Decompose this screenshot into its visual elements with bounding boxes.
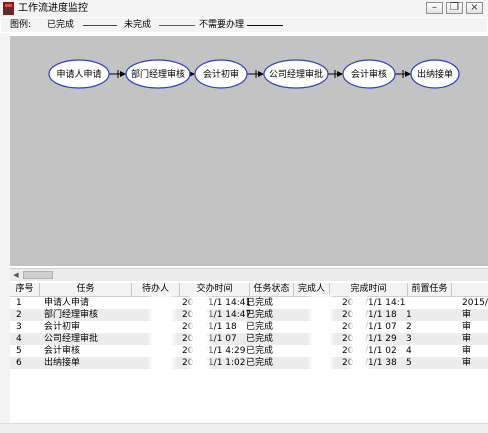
cell-task: 会计审核	[44, 346, 81, 356]
redaction-blur	[310, 295, 332, 379]
flow-node[interactable]: 出纳接单	[410, 59, 460, 89]
left-margin	[0, 33, 10, 423]
flow-node[interactable]: 部门经理审核	[125, 59, 191, 89]
workflow-diagram: 申请人申请 部门经理审核 会计初审 公司经理审批 会计审核 出纳接单	[48, 59, 460, 89]
legend-line-other	[247, 25, 283, 26]
cell-prev: 4	[406, 346, 412, 356]
restore-icon: ❐	[450, 2, 459, 13]
cell-task: 申请人申请	[44, 298, 90, 308]
restore-button[interactable]: ❐	[446, 2, 463, 14]
col-header-task[interactable]: 任务	[40, 283, 132, 296]
cell-no: 6	[16, 358, 22, 368]
minimize-button[interactable]: –	[426, 2, 443, 14]
cell-no: 2	[16, 310, 22, 320]
col-header-done-time[interactable]: 完成时间	[330, 283, 408, 296]
scrollbar-thumb[interactable]	[23, 271, 53, 279]
flow-node[interactable]: 会计初审	[194, 59, 248, 89]
legend-item-incomplete: 未完成	[124, 20, 152, 30]
cell-status: 已完成	[246, 310, 274, 320]
close-button[interactable]: ×	[466, 2, 483, 14]
flow-node-label: 申请人申请	[56, 68, 101, 80]
cell-task: 出纳接单	[44, 358, 81, 368]
cell-status: 已完成	[246, 334, 274, 344]
legend-item-completed: 已完成	[47, 20, 75, 30]
cell-extra: 审	[462, 334, 472, 344]
flow-node-label: 部门经理审核	[131, 68, 185, 80]
col-header-extra	[452, 283, 488, 296]
cell-status: 已完成	[246, 298, 274, 308]
cell-no: 3	[16, 322, 22, 332]
flow-node-label: 会计初审	[203, 68, 239, 80]
legend-bar: 图例: 已完成 未完成 不需要办理	[1, 18, 487, 32]
cell-extra: 2015/1/1	[462, 298, 488, 308]
cell-no: 4	[16, 334, 22, 344]
cell-extra: 审	[462, 322, 472, 332]
cell-prev: 5	[406, 358, 412, 368]
cell-status: 已完成	[246, 322, 274, 332]
legend-label: 图例:	[10, 20, 32, 30]
flow-node[interactable]: 公司经理审批	[263, 59, 329, 89]
flow-node-label: 公司经理审批	[269, 68, 323, 80]
title-bar: 工作流进度监控 – ❐ ×	[0, 0, 488, 17]
flow-node[interactable]: 会计审核	[342, 59, 396, 89]
window-title: 工作流进度监控	[18, 3, 88, 14]
cell-prev: 3	[406, 334, 412, 344]
cell-prev: 1	[406, 310, 412, 320]
scroll-left-icon[interactable]: ◀	[11, 270, 21, 280]
cell-extra: 审	[462, 310, 472, 320]
flow-node-label: 会计审核	[351, 68, 387, 80]
grid-header: 序号 任务 待办人 交办时间 任务状态 完成人 完成时间 前置任务	[10, 283, 488, 297]
table-row[interactable]: 6 出纳接单 2015/1/1 1:02 已完成 2015/1/1 38 5 审	[10, 357, 488, 369]
table-row[interactable]: 2部门经理审核2015/1/1 14:47:11已完成2015/1/1 181审	[10, 309, 488, 321]
legend-line-incomplete	[83, 25, 117, 26]
col-header-status[interactable]: 任务状态	[250, 283, 294, 296]
workflow-canvas: 申请人申请 部门经理审核 会计初审 公司经理审批 会计审核 出纳接单	[10, 36, 488, 266]
col-header-no[interactable]: 序号	[10, 283, 40, 296]
cell-status: 已完成	[246, 346, 274, 356]
cell-no: 1	[16, 298, 22, 308]
table-row[interactable]: 5 会计审核 2015/1/1 4:29 已完成 2015/1/1 02 4 审	[10, 345, 488, 357]
cell-prev: 2	[406, 322, 412, 332]
task-grid: 序号 任务 待办人 交办时间 任务状态 完成人 完成时间 前置任务 1 申请人申请…	[10, 283, 488, 423]
flow-node-label: 出纳接单	[417, 68, 453, 80]
legend-line-not-needed	[159, 25, 195, 26]
legend-item-not-needed: 不需要办理	[199, 20, 245, 30]
cell-extra: 审	[462, 358, 472, 368]
redaction-blur	[190, 295, 210, 379]
cell-prev	[406, 297, 450, 309]
table-row[interactable]: 4公司经理审批2015/1/1 07已完成2015/1/1 293审	[10, 333, 488, 345]
cell-no: 5	[16, 346, 22, 356]
cell-status: 已完成	[246, 358, 274, 368]
cell-task: 部门经理审核	[44, 310, 99, 320]
minimize-icon: –	[432, 2, 437, 13]
table-row[interactable]: 3会计初审2015/1/1 18已完成2015/1/1 072审	[10, 321, 488, 333]
horizontal-scrollbar[interactable]: ◀	[10, 268, 488, 281]
cell-task: 公司经理审批	[44, 334, 99, 344]
close-icon: ×	[470, 2, 479, 13]
cell-task: 会计初审	[44, 322, 81, 332]
table-row[interactable]: 1 申请人申请 2015/1/1 14:41 已完成 2015/1/1 14:11 201…	[10, 297, 488, 309]
cell-extra: 审	[462, 346, 472, 356]
redaction-blur	[150, 295, 174, 379]
app-icon	[3, 2, 14, 15]
flow-node[interactable]: 申请人申请	[48, 59, 110, 89]
col-header-prev-task[interactable]: 前置任务	[408, 283, 452, 296]
redaction-blur	[350, 295, 368, 379]
